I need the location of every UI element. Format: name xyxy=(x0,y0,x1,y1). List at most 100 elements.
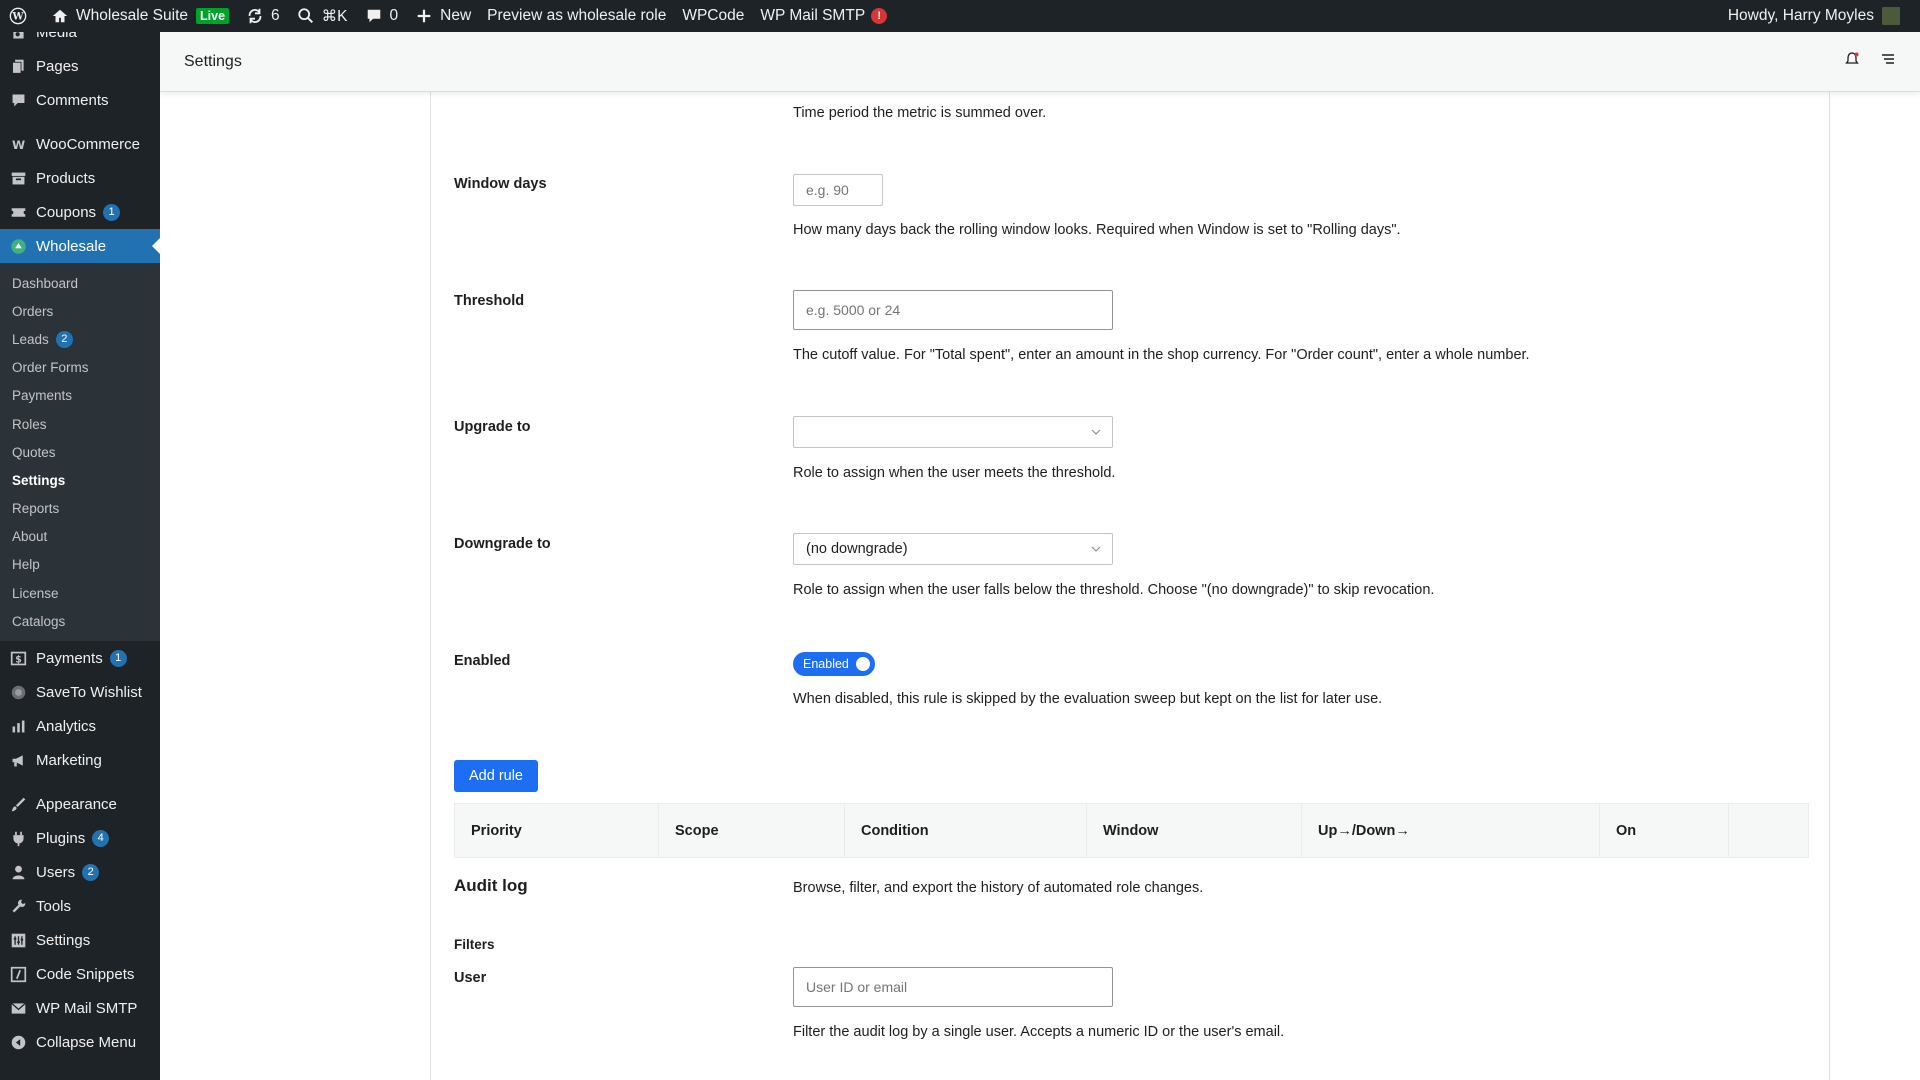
updates-count: 6 xyxy=(271,7,280,24)
chevron-down-icon xyxy=(1091,429,1101,435)
collapse-arrow-icon xyxy=(8,1032,28,1052)
submenu-label: Order Forms xyxy=(12,360,89,376)
sidebar-item-marketing[interactable]: Marketing xyxy=(0,743,160,777)
add-rule-button[interactable]: Add rule xyxy=(454,760,538,792)
envelope-icon xyxy=(8,998,28,1018)
toggle-knob xyxy=(854,655,872,673)
column-header-priority[interactable]: Priority xyxy=(455,804,659,857)
column-header-condition[interactable]: Condition xyxy=(845,804,1087,857)
submenu-reports[interactable]: Reports xyxy=(0,495,160,523)
submenu-help[interactable]: Help xyxy=(0,551,160,579)
sidebar-item-products[interactable]: Products xyxy=(0,161,160,195)
new-label: New xyxy=(440,7,472,24)
column-header-up-down[interactable]: Up→/Down→ xyxy=(1302,804,1600,857)
audit-log-description: Browse, filter, and export the history o… xyxy=(793,880,1204,896)
window-days-description: How many days back the rolling window lo… xyxy=(793,222,1401,238)
submenu-quotes[interactable]: Quotes xyxy=(0,438,160,466)
sidebar-item-woocommerce[interactable]: W WooCommerce xyxy=(0,127,160,161)
sidebar-item-pages[interactable]: Pages xyxy=(0,49,160,83)
ticket-icon xyxy=(8,202,28,222)
sidebar-label: Code Snippets xyxy=(36,965,135,983)
sidebar-item-appearance[interactable]: Appearance xyxy=(0,787,160,821)
wpcode-link[interactable]: WPCode xyxy=(674,0,752,32)
site-name: Wholesale Suite xyxy=(76,7,189,24)
submenu-order-forms[interactable]: Order Forms xyxy=(0,354,160,382)
submenu-label: Payments xyxy=(12,388,73,404)
downgrade-to-select[interactable]: (no downgrade) xyxy=(793,533,1113,565)
user-icon xyxy=(8,862,28,882)
submenu-payments[interactable]: Payments xyxy=(0,382,160,410)
svg-text:W: W xyxy=(11,12,24,23)
column-header-on[interactable]: On xyxy=(1600,804,1729,857)
wp-logo-button[interactable]: W xyxy=(0,0,42,32)
sidebar-item-comments[interactable]: Comments xyxy=(0,83,160,117)
submenu-license[interactable]: License xyxy=(0,579,160,607)
submenu-catalogs[interactable]: Catalogs xyxy=(0,607,160,635)
submenu-roles[interactable]: Roles xyxy=(0,410,160,438)
comments-link[interactable]: 0 xyxy=(356,0,407,32)
collapse-menu-button[interactable]: Collapse Menu xyxy=(0,1025,160,1059)
search-shortcut: ⌘K xyxy=(321,7,348,25)
sidebar-item-payments[interactable]: $ Payments 1 xyxy=(0,641,160,675)
sidebar-label: SaveTo Wishlist xyxy=(36,683,142,701)
leads-count-badge: 2 xyxy=(55,330,73,348)
submenu-dashboard[interactable]: Dashboard xyxy=(0,269,160,297)
sidebar-item-settings[interactable]: Settings xyxy=(0,923,160,957)
menu-lines-icon[interactable] xyxy=(1880,51,1896,72)
upgrade-to-select[interactable] xyxy=(793,416,1113,448)
admin-bar: W Wholesale Suite Live 6 ⌘K 0 New Previe… xyxy=(0,0,1920,32)
submenu-settings[interactable]: Settings xyxy=(0,466,160,494)
sidebar-item-tools[interactable]: Tools xyxy=(0,889,160,923)
sidebar-item-coupons[interactable]: Coupons 1 xyxy=(0,195,160,229)
sidebar-label: Plugins xyxy=(36,829,86,847)
wp-mail-smtp-link[interactable]: WP Mail SMTP ! xyxy=(752,0,895,32)
column-header-window[interactable]: Window xyxy=(1087,804,1302,857)
search-icon xyxy=(296,6,316,26)
payments-count-badge: 1 xyxy=(109,649,127,667)
submenu-leads[interactable]: Leads 2 xyxy=(0,325,160,353)
updates-link[interactable]: 6 xyxy=(237,0,288,32)
smtp-label: WP Mail SMTP xyxy=(760,7,866,24)
submenu-about[interactable]: About xyxy=(0,523,160,551)
new-content-link[interactable]: New xyxy=(406,0,479,32)
plug-icon xyxy=(8,828,28,848)
sidebar-item-plugins[interactable]: Plugins 4 xyxy=(0,821,160,855)
comments-count: 0 xyxy=(389,7,399,24)
sidebar-label: Users xyxy=(36,863,76,881)
submenu-orders[interactable]: Orders xyxy=(0,297,160,325)
howdy-text: Howdy, Harry Moyles xyxy=(1727,7,1874,24)
submenu-label: Reports xyxy=(12,501,60,517)
rules-table-header: Priority Scope Condition Window Up→/Down… xyxy=(454,803,1809,858)
sidebar-item-wholesale[interactable]: Wholesale xyxy=(0,229,160,263)
submenu-label: License xyxy=(12,585,59,601)
user-filter-input[interactable] xyxy=(793,967,1113,1007)
upgrade-to-description: Role to assign when the user meets the t… xyxy=(793,465,1116,481)
enabled-description: When disabled, this rule is skipped by t… xyxy=(793,691,1383,707)
submenu-label: Orders xyxy=(12,303,54,319)
sidebar-item-media[interactable]: Media xyxy=(0,32,160,49)
sidebar-label: Analytics xyxy=(36,717,97,735)
media-icon xyxy=(8,32,28,42)
user-filter-label: User xyxy=(454,970,487,986)
my-account-link[interactable]: Howdy, Harry Moyles xyxy=(1720,0,1908,32)
notifications-bell-icon[interactable] xyxy=(1844,51,1860,72)
sidebar-item-wp-mail-smtp[interactable]: WP Mail SMTP xyxy=(0,991,160,1025)
sidebar-item-saveto-wishlist[interactable]: SaveTo Wishlist xyxy=(0,675,160,709)
site-name-link[interactable]: Wholesale Suite Live xyxy=(42,0,237,32)
window-days-label: Window days xyxy=(454,176,547,192)
column-header-scope[interactable]: Scope xyxy=(659,804,845,857)
submenu-label: Help xyxy=(12,557,40,573)
woocommerce-icon: W xyxy=(8,134,28,154)
threshold-input[interactable] xyxy=(793,290,1113,330)
plus-icon xyxy=(414,6,434,26)
audit-log-title: Audit log xyxy=(454,876,528,895)
sidebar-item-users[interactable]: Users 2 xyxy=(0,855,160,889)
column-header-actions xyxy=(1729,804,1808,857)
preview-wholesale-link[interactable]: Preview as wholesale role xyxy=(479,0,674,32)
sidebar-item-analytics[interactable]: Analytics xyxy=(0,709,160,743)
sidebar-item-code-snippets[interactable]: Code Snippets xyxy=(0,957,160,991)
user-filter-description: Filter the audit log by a single user. A… xyxy=(793,1024,1285,1040)
enabled-toggle[interactable]: Enabled xyxy=(793,652,875,676)
window-days-input[interactable] xyxy=(793,174,883,206)
search-shortcut-button[interactable]: ⌘K xyxy=(288,0,356,32)
